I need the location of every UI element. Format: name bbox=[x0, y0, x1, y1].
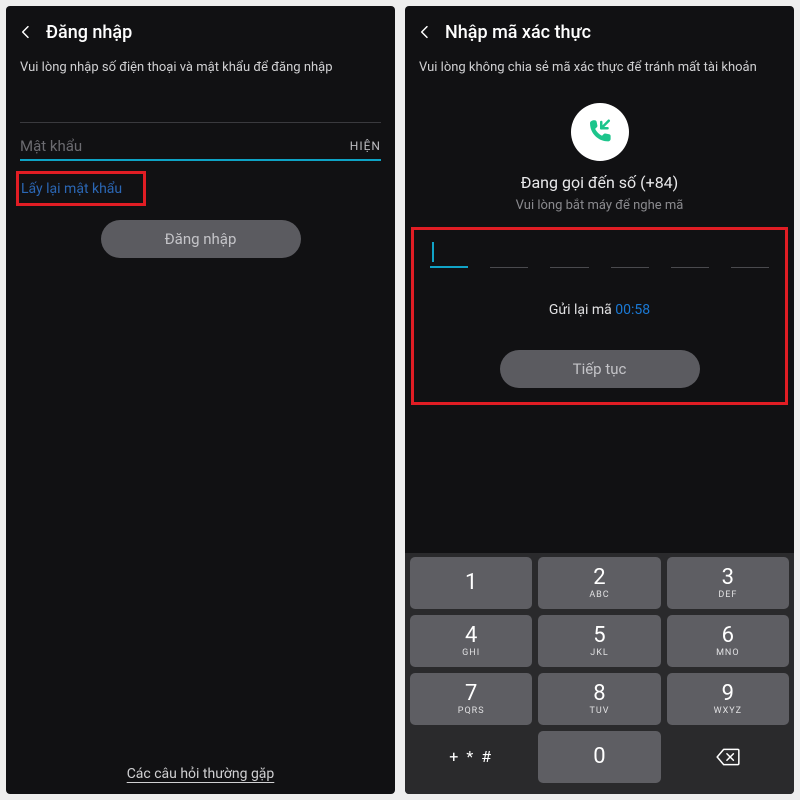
subtitle-text: Vui lòng nhập số điện thoại và mật khẩu … bbox=[6, 56, 395, 95]
otp-input-4[interactable] bbox=[611, 240, 649, 268]
input-section: Mật khẩu HIỆN bbox=[6, 95, 395, 161]
header: Đăng nhập bbox=[6, 6, 395, 56]
key-0[interactable]: 0 bbox=[538, 731, 660, 783]
back-button[interactable] bbox=[411, 18, 439, 46]
otp-input-5[interactable] bbox=[671, 240, 709, 268]
continue-row: Tiếp tục bbox=[424, 350, 775, 388]
login-button-row: Đăng nhập bbox=[6, 220, 395, 258]
resend-label: Gửi lại mã bbox=[549, 302, 612, 318]
page-title: Nhập mã xác thực bbox=[445, 22, 591, 43]
otp-input-1[interactable] bbox=[430, 240, 468, 268]
otp-screen: Nhập mã xác thực Vui lòng không chia sẻ … bbox=[405, 6, 794, 794]
resend-row: Gửi lại mã 00:58 bbox=[424, 302, 775, 318]
password-input[interactable]: Mật khẩu HIỆN bbox=[20, 123, 381, 161]
chevron-left-icon bbox=[18, 24, 34, 40]
highlight-box: Gửi lại mã 00:58 Tiếp tục bbox=[411, 227, 788, 405]
page-title: Đăng nhập bbox=[46, 22, 132, 43]
otp-input-6[interactable] bbox=[731, 240, 769, 268]
text-caret bbox=[432, 242, 434, 262]
backspace-icon bbox=[715, 744, 741, 770]
numeric-keypad: 1 2ABC 3DEF 4GHI 5JKL 6MNO 7PQRS 8TUV 9W… bbox=[405, 553, 794, 794]
login-button[interactable]: Đăng nhập bbox=[101, 220, 301, 258]
phone-incoming-icon bbox=[585, 117, 615, 147]
continue-button[interactable]: Tiếp tục bbox=[500, 350, 700, 388]
key-4[interactable]: 4GHI bbox=[410, 615, 532, 667]
call-icon-circle bbox=[571, 103, 629, 161]
key-6[interactable]: 6MNO bbox=[667, 615, 789, 667]
otp-input-row bbox=[424, 238, 775, 276]
key-8[interactable]: 8TUV bbox=[538, 673, 660, 725]
highlight-box: Lấy lại mật khẩu bbox=[16, 171, 146, 206]
key-7[interactable]: 7PQRS bbox=[410, 673, 532, 725]
phone-input[interactable] bbox=[20, 95, 381, 123]
key-9[interactable]: 9WXYZ bbox=[667, 673, 789, 725]
key-3[interactable]: 3DEF bbox=[667, 557, 789, 609]
header: Nhập mã xác thực bbox=[405, 6, 794, 56]
pickup-hint: Vui lòng bắt máy để nghe mã bbox=[405, 198, 794, 213]
chevron-left-icon bbox=[417, 24, 433, 40]
resend-countdown: 00:58 bbox=[615, 302, 650, 318]
back-button[interactable] bbox=[12, 18, 40, 46]
key-5[interactable]: 5JKL bbox=[538, 615, 660, 667]
password-placeholder: Mật khẩu bbox=[20, 137, 82, 155]
key-2[interactable]: 2ABC bbox=[538, 557, 660, 609]
key-1[interactable]: 1 bbox=[410, 557, 532, 609]
otp-input-2[interactable] bbox=[490, 240, 528, 268]
key-symbols[interactable]: + * # bbox=[410, 731, 532, 783]
subtitle-text: Vui lòng không chia sẻ mã xác thực để tr… bbox=[405, 56, 794, 95]
key-backspace[interactable] bbox=[667, 731, 789, 783]
otp-input-3[interactable] bbox=[550, 240, 588, 268]
show-password-toggle[interactable]: HIỆN bbox=[350, 139, 381, 153]
forgot-password-link[interactable]: Lấy lại mật khẩu bbox=[21, 181, 122, 197]
calling-text: Đang gọi đến số (+84) bbox=[405, 173, 794, 192]
login-screen: Đăng nhập Vui lòng nhập số điện thoại và… bbox=[6, 6, 395, 794]
faq-link[interactable]: Các câu hỏi thường gặp bbox=[6, 766, 395, 782]
